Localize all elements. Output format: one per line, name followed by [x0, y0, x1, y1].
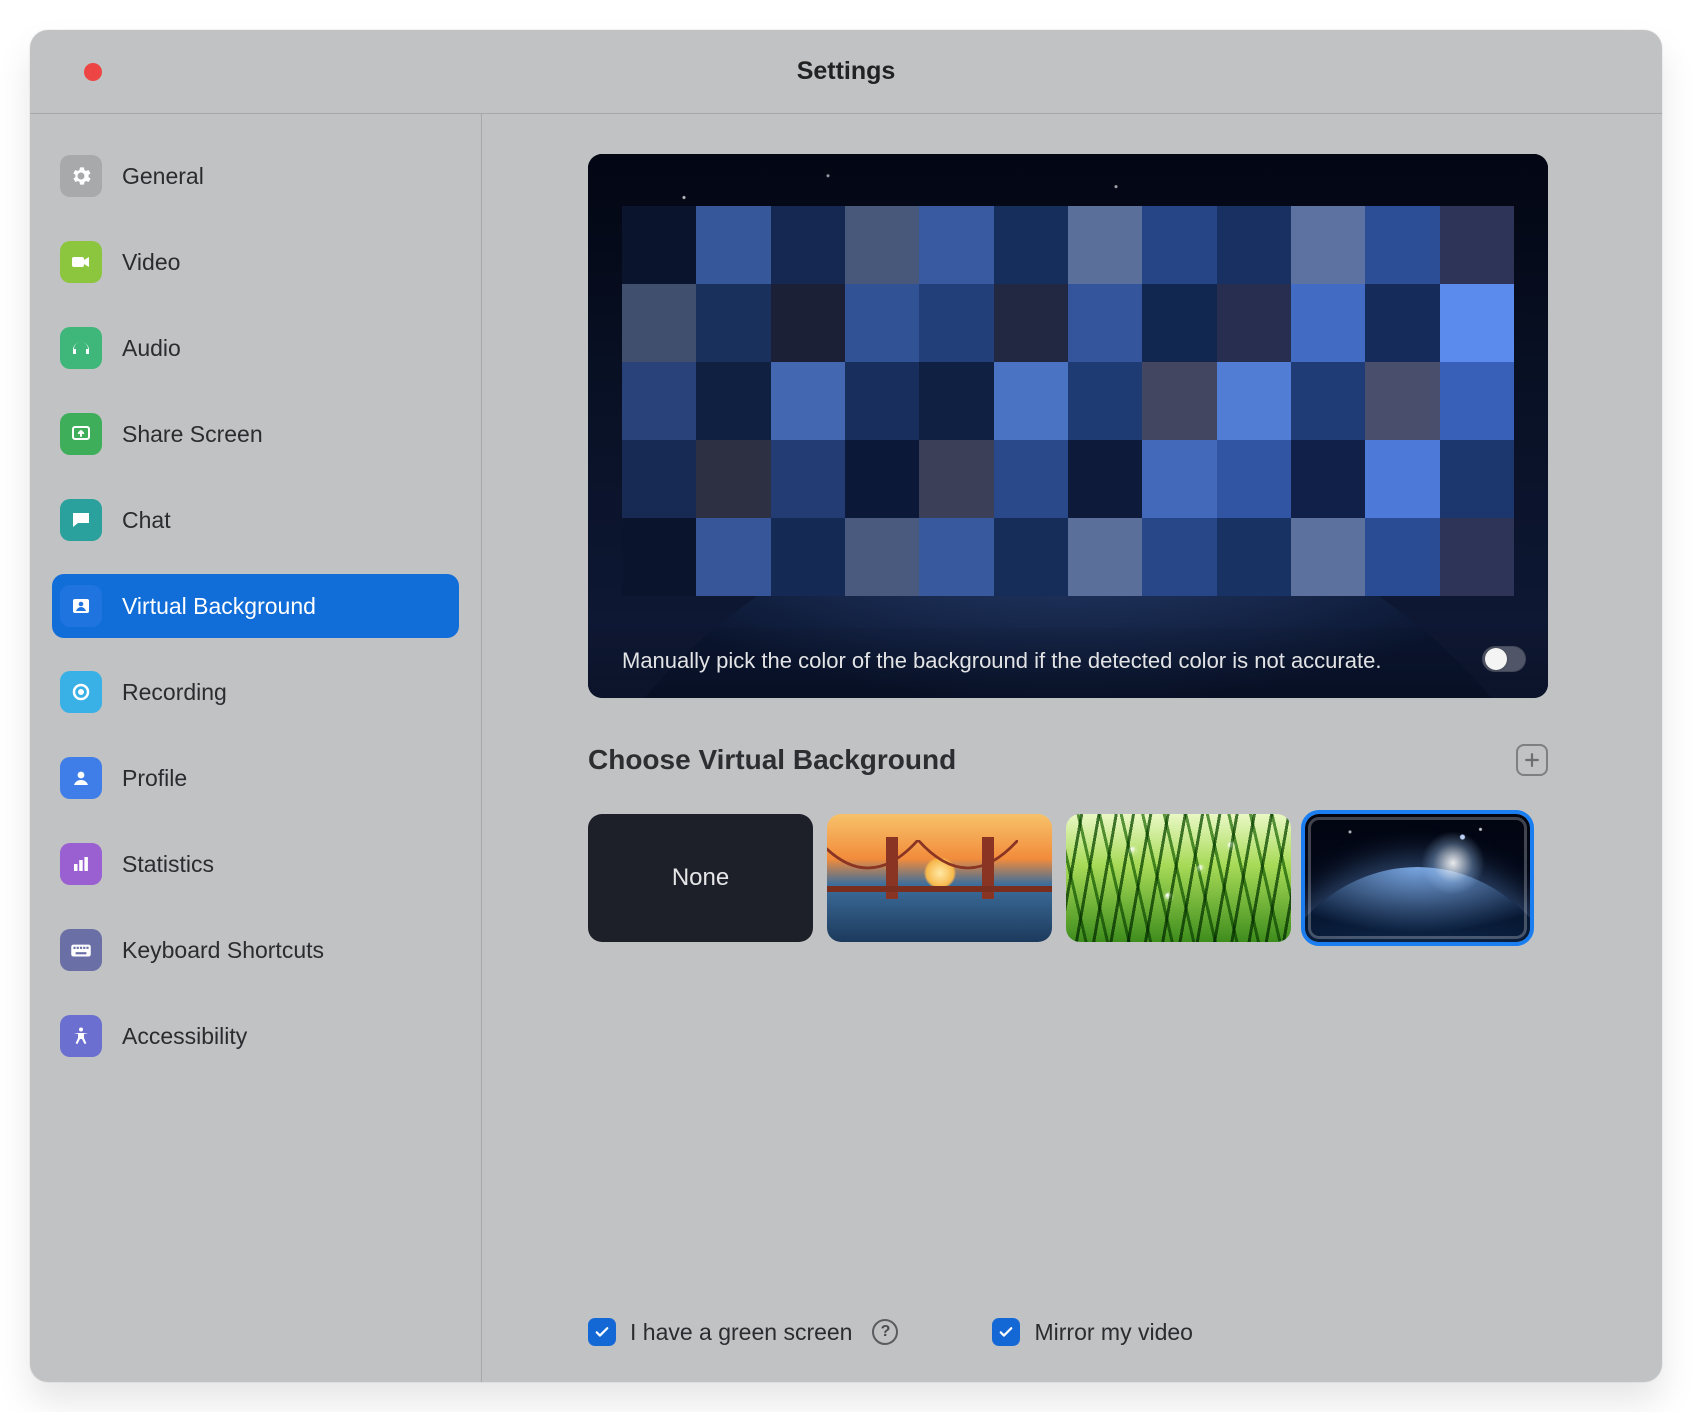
chat-icon	[60, 499, 102, 541]
sidebar-item-label: Statistics	[122, 851, 214, 878]
sidebar-item-label: Chat	[122, 507, 171, 534]
record-icon	[60, 671, 102, 713]
sidebar-item-label: Video	[122, 249, 180, 276]
profile-icon	[60, 757, 102, 799]
plus-icon	[1522, 750, 1542, 770]
option-label: Mirror my video	[1034, 1319, 1192, 1346]
thumb-none[interactable]: None	[588, 814, 813, 942]
checkbox-checked-icon	[992, 1318, 1020, 1346]
thumb-label: None	[672, 864, 729, 892]
video-icon	[60, 241, 102, 283]
window-title: Settings	[797, 57, 896, 86]
choose-title: Choose Virtual Background	[588, 744, 956, 776]
mirror-video-option[interactable]: Mirror my video	[992, 1318, 1192, 1346]
a11y-icon	[60, 1015, 102, 1057]
video-preview: Manually pick the color of the backgroun…	[588, 154, 1548, 698]
sidebar-item-label: Audio	[122, 335, 181, 362]
sidebar-item-audio[interactable]: Audio	[52, 316, 459, 380]
sidebar-item-video[interactable]: Video	[52, 230, 459, 294]
sidebar-item-accessibility[interactable]: Accessibility	[52, 1004, 459, 1068]
sidebar-item-label: Recording	[122, 679, 227, 706]
keyboard-icon	[60, 929, 102, 971]
option-label: I have a green screen	[630, 1319, 852, 1346]
thumb-grass[interactable]	[1066, 814, 1291, 942]
sidebar-item-label: Profile	[122, 765, 187, 792]
preview-hint: Manually pick the color of the backgroun…	[588, 628, 1548, 698]
settings-sidebar: General Video Audio Share Screen	[30, 114, 482, 1382]
sidebar-item-chat[interactable]: Chat	[52, 488, 459, 552]
share-icon	[60, 413, 102, 455]
sidebar-item-general[interactable]: General	[52, 144, 459, 208]
sidebar-item-label: Keyboard Shortcuts	[122, 937, 324, 964]
sidebar-item-label: Virtual Background	[122, 593, 316, 620]
add-background-button[interactable]	[1516, 744, 1548, 776]
checkbox-checked-icon	[588, 1318, 616, 1346]
thumb-earth[interactable]	[1305, 814, 1530, 942]
footer-options: I have a green screen ? Mirror my video	[588, 1318, 1193, 1346]
background-thumbnails: None	[588, 814, 1548, 942]
sidebar-item-profile[interactable]: Profile	[52, 746, 459, 810]
gear-icon	[60, 155, 102, 197]
titlebar: Settings	[30, 30, 1662, 114]
sidebar-item-keyboard-shortcuts[interactable]: Keyboard Shortcuts	[52, 918, 459, 982]
sidebar-item-label: Share Screen	[122, 421, 263, 448]
sidebar-item-share-screen[interactable]: Share Screen	[52, 402, 459, 466]
sidebar-item-statistics[interactable]: Statistics	[52, 832, 459, 896]
audio-icon	[60, 327, 102, 369]
settings-window: Settings General Video Audio	[30, 30, 1662, 1382]
vb-icon	[60, 585, 102, 627]
help-icon[interactable]: ?	[872, 1319, 898, 1345]
green-screen-option[interactable]: I have a green screen ?	[588, 1318, 898, 1346]
sidebar-item-label: General	[122, 163, 204, 190]
stats-icon	[60, 843, 102, 885]
settings-main: Manually pick the color of the backgroun…	[482, 114, 1662, 1382]
color-picker-toggle[interactable]	[1482, 646, 1526, 672]
close-window-icon[interactable]	[84, 63, 102, 81]
thumb-bridge[interactable]	[827, 814, 1052, 942]
sidebar-item-virtual-background[interactable]: Virtual Background	[52, 574, 459, 638]
sidebar-item-recording[interactable]: Recording	[52, 660, 459, 724]
sidebar-item-label: Accessibility	[122, 1023, 247, 1050]
